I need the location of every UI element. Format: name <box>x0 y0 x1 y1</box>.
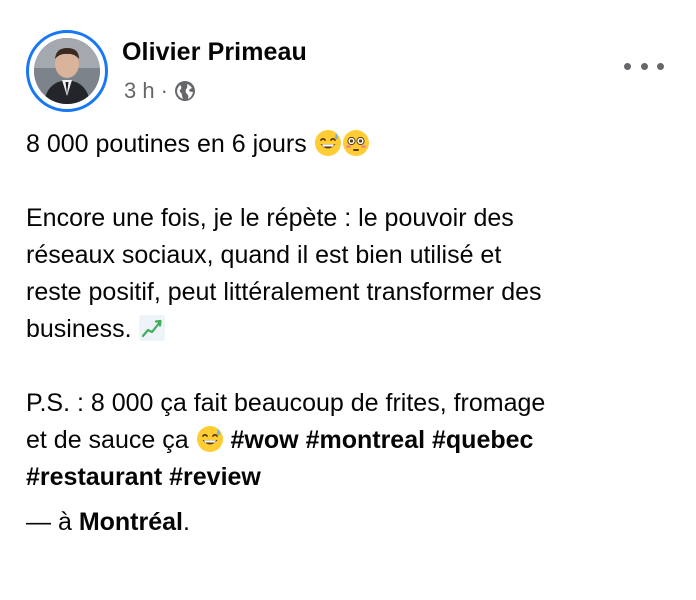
grinning-sweat-emoji <box>196 426 223 452</box>
post-text: Encore une fois, je le répète : le pouvo… <box>26 204 514 232</box>
grinning-sweat-emoji <box>314 130 341 156</box>
post-text: P.S. : 8 000 ça fait beaucoup de frites,… <box>26 389 546 417</box>
post-line: et de sauce ça #wow #montreal #quebec <box>26 422 676 459</box>
location-suffix: . <box>183 508 190 536</box>
post-text: business. <box>26 315 132 343</box>
post-line: reste positif, peut littéralement transf… <box>26 274 676 311</box>
location-tag: — à Montréal. <box>26 504 676 541</box>
hashtag-montreal[interactable]: #montreal <box>306 426 425 454</box>
post-header: Olivier Primeau 3 h · <box>26 24 676 114</box>
hashtag-wow[interactable]: #wow <box>231 426 299 454</box>
post-line: réseaux sociaux, quand il est bien utili… <box>26 237 676 274</box>
post-text: 8 000 poutines en 6 jours <box>26 130 307 158</box>
hashtag-quebec[interactable]: #quebec <box>432 426 533 454</box>
avatar[interactable] <box>34 38 100 104</box>
meta-separator: · <box>160 78 168 103</box>
hashtag-review[interactable]: #review <box>169 463 261 491</box>
post-line: P.S. : 8 000 ça fait beaucoup de frites,… <box>26 385 676 422</box>
post-line: Encore une fois, je le répète : le pouvo… <box>26 200 676 237</box>
post-body: 8 000 poutines en 6 jours Encore une foi… <box>26 126 676 541</box>
post-text: réseaux sociaux, quand il est bien utili… <box>26 241 502 269</box>
author-name[interactable]: Olivier Primeau <box>122 38 307 67</box>
flushed-face-emoji <box>342 130 369 156</box>
avatar-story-ring[interactable] <box>26 30 108 112</box>
globe-icon[interactable] <box>174 80 196 102</box>
hashtag-restaurant[interactable]: #restaurant <box>26 463 162 491</box>
chart-increasing-emoji <box>138 315 165 341</box>
location-link[interactable]: Montréal <box>79 508 183 536</box>
post-meta: 3 h · <box>124 78 196 104</box>
post-line: 8 000 poutines en 6 jours <box>26 126 676 163</box>
post-text: et de sauce ça <box>26 426 189 454</box>
more-options-icon[interactable] <box>624 52 664 80</box>
avatar-photo-icon <box>34 38 100 104</box>
location-prefix: — à <box>26 508 72 536</box>
post-line: business. <box>26 311 676 348</box>
post-line: #restaurant #review <box>26 459 676 496</box>
post-time[interactable]: 3 h <box>124 78 155 104</box>
post-text: reste positif, peut littéralement transf… <box>26 278 542 306</box>
